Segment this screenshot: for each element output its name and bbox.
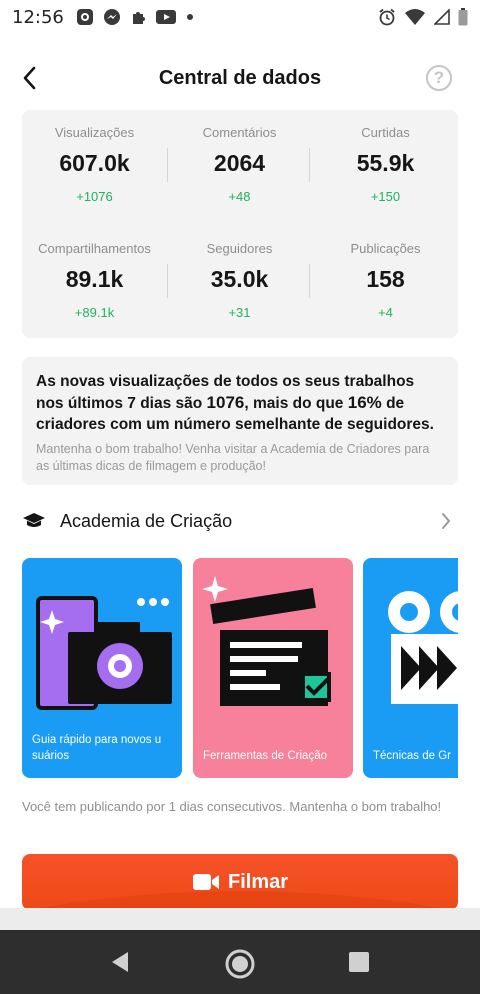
chevron-left-icon <box>23 66 36 90</box>
card-label: Guia rápido para novos u suários <box>32 734 162 762</box>
stat-views[interactable]: Visualizações 607.0k +1076 <box>22 125 167 204</box>
insight-percent: 16% <box>347 393 382 412</box>
academy-carousel[interactable]: Guia rápido para novos u suários Ferrame… <box>22 558 458 778</box>
nav-recents-icon[interactable] <box>348 951 370 973</box>
insight-views: 1076 <box>206 393 245 412</box>
insight-card: As novas visualizações de todos os seus … <box>22 357 458 485</box>
stats-card: Visualizações 607.0k +1076 Comentários 2… <box>22 110 458 338</box>
stat-delta: +1076 <box>76 189 113 204</box>
academy-card-tools[interactable]: Ferramentas de Criação <box>193 558 353 778</box>
help-button[interactable]: ? <box>426 65 452 91</box>
chevron-right-icon <box>442 513 450 529</box>
stat-shares[interactable]: Compartilhamentos 89.1k +89.1k <box>22 241 167 320</box>
stat-label: Visualizações <box>54 125 135 140</box>
academy-card-techniques[interactable]: Técnicas de Gr <box>363 558 458 778</box>
card-label: Ferramentas de Criação <box>203 750 327 762</box>
youtube-icon <box>155 10 176 24</box>
divider <box>309 264 310 298</box>
stat-followers[interactable]: Seguidores 35.0k +31 <box>167 241 312 320</box>
academy-card-guide[interactable]: Guia rápido para novos u suários <box>22 558 182 778</box>
nav-home-icon[interactable] <box>224 948 256 980</box>
record-button[interactable]: Filmar <box>22 854 458 910</box>
status-icons-right <box>378 8 468 26</box>
divider <box>167 148 168 182</box>
stat-label: Seguidores <box>206 241 273 256</box>
stat-label: Compartilhamentos <box>38 241 151 256</box>
phone-camera-illustration <box>36 596 172 710</box>
dot-icon <box>76 9 93 25</box>
messenger-icon <box>103 9 120 25</box>
stat-delta: +89.1k <box>74 305 115 320</box>
graduation-cap-icon <box>23 513 45 527</box>
divider <box>167 264 168 298</box>
stat-delta: +31 <box>228 305 251 320</box>
video-camera-icon <box>192 874 219 890</box>
status-icons-left <box>76 8 194 26</box>
stat-value: 35.0k <box>210 266 269 292</box>
wifi-icon <box>405 9 425 25</box>
stat-posts[interactable]: Publicações 158 +4 <box>313 241 458 320</box>
stat-delta: +48 <box>228 189 251 204</box>
stat-delta: +150 <box>370 189 401 204</box>
nav-back-icon[interactable] <box>108 950 132 974</box>
stat-comments[interactable]: Comentários 2064 +48 <box>167 125 312 204</box>
card-label: Técnicas de Gr <box>373 750 451 762</box>
streak-text: Você tem publicando por 1 dias consecuti… <box>22 799 442 814</box>
divider <box>309 148 310 182</box>
clapperboard-illustration <box>202 576 331 706</box>
insight-text: , mais do que <box>244 395 348 412</box>
stat-value: 607.0k <box>59 150 130 176</box>
signal-icon <box>434 9 450 25</box>
insight-message: As novas visualizações de todos os seus … <box>36 371 444 435</box>
stat-label: Curtidas <box>361 125 410 140</box>
stat-value: 2064 <box>213 150 266 176</box>
film-reel-illustration <box>388 591 458 704</box>
back-button[interactable] <box>18 64 42 92</box>
stat-value: 89.1k <box>65 266 124 292</box>
battery-icon <box>458 8 468 26</box>
stat-value: 158 <box>366 266 405 292</box>
page-title: Central de dados <box>158 66 322 89</box>
puzzle-icon <box>132 12 145 24</box>
page-header: Central de dados ? <box>0 56 480 100</box>
academy-row[interactable]: Academia de Criação <box>22 504 458 538</box>
notification-dot-icon <box>186 14 193 20</box>
academy-title: Academia de Criação <box>60 510 233 531</box>
status-time: 12:56 <box>12 6 64 28</box>
stat-label: Comentários <box>202 125 277 140</box>
stat-value: 55.9k <box>356 150 415 176</box>
record-button-label: Filmar <box>227 870 289 893</box>
status-bar: 12:56 <box>0 0 480 34</box>
alarm-icon <box>379 8 395 26</box>
stat-likes[interactable]: Curtidas 55.9k +150 <box>313 125 458 204</box>
stat-delta: +4 <box>378 305 393 320</box>
insight-subtext: Mantenha o bom trabalho! Venha visitar a… <box>36 442 430 473</box>
stat-label: Publicações <box>350 241 421 256</box>
system-nav-bar <box>0 930 480 994</box>
sheet-bottom-strip <box>0 908 480 930</box>
